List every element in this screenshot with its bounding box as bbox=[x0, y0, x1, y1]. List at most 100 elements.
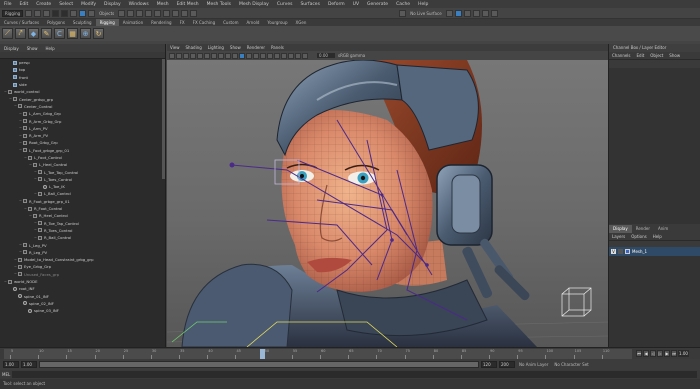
channel-menu-edit[interactable]: Edit bbox=[634, 53, 648, 58]
anim-layer-dropdown[interactable]: No Anim Layer bbox=[517, 362, 550, 367]
channel-menu-channels[interactable]: Channels bbox=[609, 53, 634, 58]
outliner-menu-help[interactable]: Help bbox=[42, 46, 59, 51]
outliner-row[interactable]: − R_Ball_Control bbox=[0, 234, 165, 241]
menu-deform[interactable]: Deform bbox=[324, 2, 349, 7]
gate-mask-icon[interactable] bbox=[218, 52, 224, 59]
menu-mesh-tools[interactable]: Mesh Tools bbox=[203, 2, 235, 7]
current-frame-marker[interactable] bbox=[260, 349, 265, 359]
menu-curves[interactable]: Curves bbox=[273, 2, 297, 7]
outliner-row[interactable]: − L_Arm_PV bbox=[0, 125, 165, 132]
joint-tool-icon[interactable]: ⟋ bbox=[2, 28, 13, 39]
viewport-menu-renderer[interactable]: Renderer bbox=[244, 45, 268, 50]
channel-menu-object[interactable]: Object bbox=[647, 53, 666, 58]
ambient-occlusion-icon[interactable] bbox=[274, 52, 280, 59]
layer-menu-help[interactable]: Help bbox=[650, 234, 665, 239]
outliner-row[interactable]: L_Toe_IK bbox=[0, 183, 165, 190]
outliner-row[interactable]: top bbox=[0, 66, 165, 73]
resolution-gate-icon[interactable] bbox=[211, 52, 217, 59]
outliner-row[interactable]: − R_Heel_Control bbox=[0, 212, 165, 219]
cluster-icon[interactable]: C bbox=[54, 28, 65, 39]
lights-icon[interactable] bbox=[260, 52, 266, 59]
layer-tab-display[interactable]: Display bbox=[609, 225, 632, 233]
outliner-row[interactable]: persp bbox=[0, 59, 165, 66]
shelf-tab-arnold[interactable]: Arnold bbox=[242, 19, 263, 26]
textured-icon[interactable] bbox=[253, 52, 259, 59]
play-forward-icon[interactable]: ▷ bbox=[657, 350, 663, 357]
mel-label[interactable]: MEL bbox=[0, 372, 12, 377]
snap-point-icon[interactable] bbox=[136, 9, 144, 17]
outliner-row[interactable]: − world_NODE bbox=[0, 278, 165, 285]
layer-menu-layers[interactable]: Layers bbox=[609, 234, 628, 239]
menu-help[interactable]: Help bbox=[414, 2, 432, 7]
viewport-menu-view[interactable]: View bbox=[167, 45, 183, 50]
open-scene-icon[interactable] bbox=[34, 9, 42, 17]
anti-aliasing-icon[interactable] bbox=[288, 52, 294, 59]
snap-grid-icon[interactable] bbox=[118, 9, 126, 17]
outliner-row[interactable]: root_INF bbox=[0, 285, 165, 292]
save-scene-icon[interactable] bbox=[43, 9, 51, 17]
step-back-icon[interactable]: ◀ bbox=[643, 350, 649, 357]
exposure-field[interactable]: 0.00 bbox=[317, 53, 335, 58]
field-chart-icon[interactable] bbox=[225, 52, 231, 59]
outliner-row[interactable]: − Center_Control bbox=[0, 103, 165, 110]
motion-blur-icon[interactable] bbox=[281, 52, 287, 59]
viewport-menu-show[interactable]: Show bbox=[227, 45, 244, 50]
outliner-row[interactable]: − L_Heel_Control bbox=[0, 161, 165, 168]
render-settings-icon[interactable] bbox=[190, 9, 198, 17]
select-component-icon[interactable] bbox=[88, 9, 96, 17]
ik-handle-icon[interactable]: ⤤ bbox=[15, 28, 26, 39]
undo-icon[interactable] bbox=[52, 9, 60, 17]
go-to-end-icon[interactable]: ⏭ bbox=[671, 350, 677, 357]
outliner-row[interactable]: − R_Toes_Control bbox=[0, 227, 165, 234]
redo-icon[interactable] bbox=[61, 9, 69, 17]
character-set-dropdown[interactable]: No Character Set bbox=[552, 362, 590, 367]
xray-icon[interactable] bbox=[481, 9, 489, 17]
command-input[interactable] bbox=[12, 371, 697, 378]
outliner-row[interactable]: − L_Toe_Tap_Control bbox=[0, 168, 165, 175]
menu-edit[interactable]: Edit bbox=[16, 2, 33, 7]
viewport-menu-shading[interactable]: Shading bbox=[183, 45, 205, 50]
select-object-icon[interactable] bbox=[79, 9, 87, 17]
shadows-icon[interactable] bbox=[267, 52, 273, 59]
menu-cache[interactable]: Cache bbox=[392, 2, 414, 7]
ipr-icon[interactable] bbox=[181, 9, 189, 17]
orient-constraint-icon[interactable]: ↻ bbox=[93, 28, 104, 39]
outliner-row[interactable]: − R_Arm_PV bbox=[0, 132, 165, 139]
layer-visibility-toggle[interactable]: V bbox=[611, 249, 616, 254]
film-gate-icon[interactable] bbox=[204, 52, 210, 59]
image-plane-icon[interactable] bbox=[190, 52, 196, 59]
viewport-menu-lighting[interactable]: Lighting bbox=[205, 45, 227, 50]
outliner-row[interactable]: − R_Arm_Grbg_Grp bbox=[0, 117, 165, 124]
layer-playback-toggle[interactable] bbox=[618, 249, 623, 254]
magnet-icon[interactable] bbox=[399, 9, 407, 17]
outliner-row[interactable]: − R_Foot_Control bbox=[0, 205, 165, 212]
menu-select[interactable]: Select bbox=[55, 2, 77, 7]
outliner-row[interactable]: − L_Arm_Grbg_Grp bbox=[0, 110, 165, 117]
input-ops-icon[interactable] bbox=[154, 9, 162, 17]
outliner-row[interactable]: − Root_Grbg_Grp bbox=[0, 139, 165, 146]
history-icon[interactable] bbox=[163, 9, 171, 17]
layer-name[interactable]: Mesh_1 bbox=[632, 249, 647, 254]
outliner-row[interactable]: − R_Toe_Tap_Control bbox=[0, 220, 165, 227]
isolate-icon[interactable] bbox=[490, 9, 498, 17]
end-time-field[interactable]: 200 bbox=[499, 361, 515, 368]
outliner-menu-display[interactable]: Display bbox=[0, 46, 23, 51]
current-frame-field[interactable]: 1.00 bbox=[678, 350, 689, 357]
outliner-row[interactable]: − Center_grdup_grp bbox=[0, 95, 165, 102]
viewport-menu-panels[interactable]: Panels bbox=[268, 45, 287, 50]
layer-tab-anim[interactable]: Anim bbox=[654, 225, 672, 233]
perspective-viewport[interactable] bbox=[167, 60, 608, 347]
layer-tab-render[interactable]: Render bbox=[632, 225, 654, 233]
go-to-start-icon[interactable]: ⏮ bbox=[636, 350, 642, 357]
constraint-icon[interactable]: ⊕ bbox=[80, 28, 91, 39]
bind-skin-icon[interactable]: ◆ bbox=[28, 28, 39, 39]
outliner-row[interactable]: − Eye_Grbg_Grp bbox=[0, 263, 165, 270]
xray-joints-icon[interactable] bbox=[302, 52, 308, 59]
menuset-dropdown[interactable]: Rigging bbox=[2, 9, 24, 17]
layer-color-swatch[interactable] bbox=[625, 249, 630, 254]
channel-menu-show[interactable]: Show bbox=[666, 53, 683, 58]
shelf-tab-xgen[interactable]: XGen bbox=[292, 19, 311, 26]
paint-weights-icon[interactable]: ✎ bbox=[41, 28, 52, 39]
outliner-row[interactable]: front bbox=[0, 74, 165, 81]
outliner-row[interactable]: − L_Toes_Control bbox=[0, 176, 165, 183]
